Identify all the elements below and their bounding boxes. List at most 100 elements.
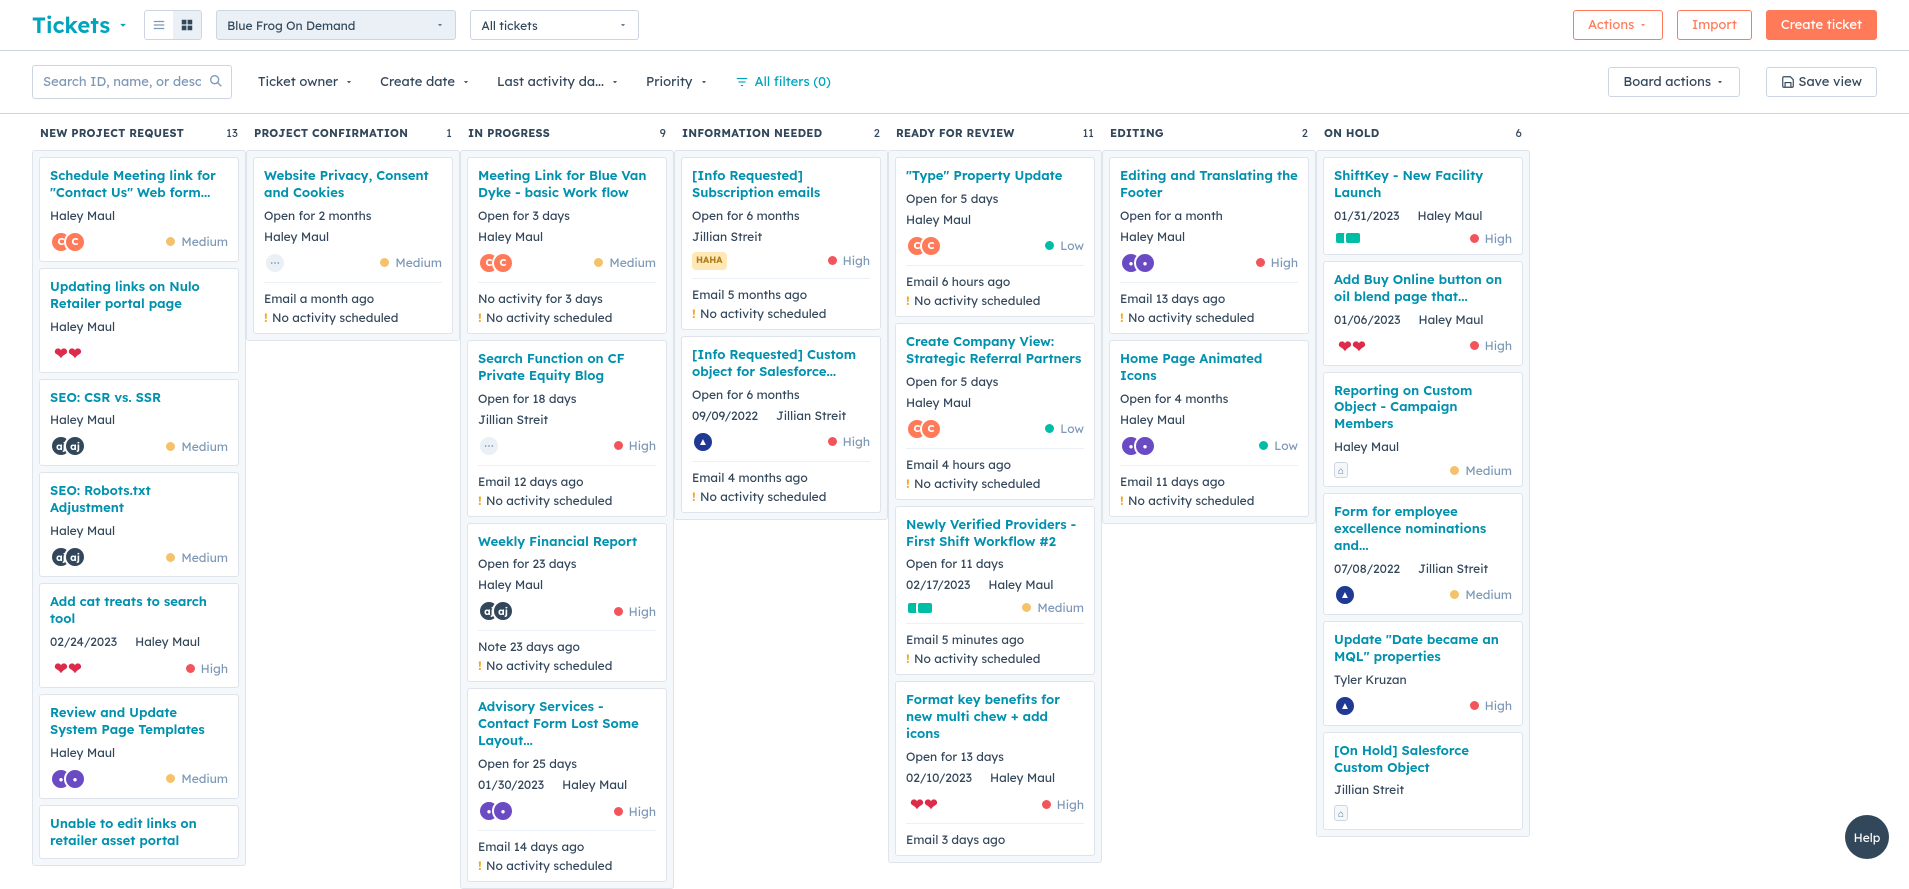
ticket-row: ▲High xyxy=(692,431,870,453)
create-ticket-button[interactable]: Create ticket xyxy=(1766,10,1877,40)
no-activity-warning: No activity scheduled xyxy=(264,310,442,325)
ticket-card[interactable]: Create Company View: Strategic Referral … xyxy=(895,323,1095,500)
save-view-button[interactable]: Save view xyxy=(1766,67,1877,97)
ticket-card[interactable]: Weekly Financial ReportOpen for 23 daysH… xyxy=(467,523,667,683)
column-name: INFORMATION NEEDED xyxy=(682,126,822,140)
association-icons: ⋯ xyxy=(478,435,500,457)
ticket-line: Open for 5 days xyxy=(906,191,1084,206)
all-filters-button[interactable]: All filters (0) xyxy=(735,74,831,90)
ticket-line: Haley Maul xyxy=(50,319,228,334)
column-count: 1 xyxy=(446,126,452,140)
priority-label: Medium xyxy=(1465,587,1512,602)
ticket-card[interactable]: Update "Date became an MQL" propertiesTy… xyxy=(1323,621,1523,726)
column-body: ShiftKey - New Facility Launch01/31/2023… xyxy=(1316,150,1530,837)
priority-label: Medium xyxy=(181,771,228,786)
ticket-card[interactable]: Add Buy Online button on oil blend page … xyxy=(1323,261,1523,366)
priority-badge: High xyxy=(828,253,870,268)
activity-line: Email 12 days ago xyxy=(478,474,656,489)
association-icon: HAHA xyxy=(692,252,727,270)
ticket-title: Unable to edit links on retailer asset p… xyxy=(50,816,228,850)
association-icon: C xyxy=(492,252,514,274)
ticket-card[interactable]: Search Function on CF Private Equity Blo… xyxy=(467,340,667,517)
association-icon xyxy=(1344,231,1362,245)
ticket-meta: Email a month agoNo activity scheduled xyxy=(264,282,442,325)
import-button[interactable]: Import xyxy=(1677,10,1752,40)
help-button[interactable]: Help xyxy=(1845,815,1889,859)
filter-create-date[interactable]: Create date xyxy=(380,74,471,90)
chevron-down-icon xyxy=(116,18,130,32)
ticket-owner: Haley Maul xyxy=(906,395,1084,410)
list-view-button[interactable] xyxy=(145,11,173,39)
ticket-card[interactable]: Review and Update System Page TemplatesH… xyxy=(39,694,239,799)
ticket-title: Updating links on Nulo Retailer portal p… xyxy=(50,279,228,313)
priority-badge: High xyxy=(828,434,870,449)
association-icon: ● xyxy=(492,800,514,822)
list-icon xyxy=(152,18,166,32)
association-icons: HAHA xyxy=(692,252,727,270)
ticket-card[interactable]: [Info Requested] Subscription emailsOpen… xyxy=(681,157,881,330)
ticket-card[interactable]: Reporting on Custom Object - Campaign Me… xyxy=(1323,372,1523,488)
ticket-row: ●●Medium xyxy=(50,768,228,790)
column-name: READY FOR REVIEW xyxy=(896,126,1015,140)
ticket-row: CCLow xyxy=(906,418,1084,440)
board-actions-button[interactable]: Board actions xyxy=(1608,67,1739,97)
ticket-card[interactable]: [On Hold] Salesforce Custom ObjectJillia… xyxy=(1323,732,1523,831)
ticket-card[interactable]: Home Page Animated IconsOpen for 4 month… xyxy=(1109,340,1309,517)
ticket-line2: 02/10/2023Haley Maul xyxy=(906,770,1084,785)
priority-dot xyxy=(1042,800,1051,809)
ticket-card[interactable]: Unable to edit links on retailer asset p… xyxy=(39,805,239,859)
column-name: PROJECT CONFIRMATION xyxy=(254,126,408,140)
kanban-board: NEW PROJECT REQUEST13Schedule Meeting li… xyxy=(0,114,1909,889)
ticket-card[interactable]: Advisory Services - Contact Form Lost So… xyxy=(467,688,667,882)
ticket-card[interactable]: [Info Requested] Custom object for Sales… xyxy=(681,336,881,513)
ticket-meta: Email 4 months agoNo activity scheduled xyxy=(692,461,870,504)
priority-dot xyxy=(1470,234,1479,243)
ticket-card[interactable]: ShiftKey - New Facility Launch01/31/2023… xyxy=(1323,157,1523,255)
ticket-owner: Jillian Streit xyxy=(692,229,870,244)
ticket-title: Form for employee excellence nominations… xyxy=(1334,504,1512,555)
priority-badge: High xyxy=(614,804,656,819)
ticket-card[interactable]: Editing and Translating the FooterOpen f… xyxy=(1109,157,1309,334)
ticket-card[interactable]: SEO: Robots.txt AdjustmentHaley Maulajaj… xyxy=(39,472,239,577)
search-input[interactable] xyxy=(32,65,232,99)
filter-activity-date[interactable]: Last activity da... xyxy=(497,74,620,90)
ticket-card[interactable]: Meeting Link for Blue Van Dyke - basic W… xyxy=(467,157,667,334)
filter-priority[interactable]: Priority xyxy=(646,74,709,90)
ticket-card[interactable]: Add cat treats to search tool02/24/2023H… xyxy=(39,583,239,688)
column-header: PROJECT CONFIRMATION 1 xyxy=(246,114,460,150)
activity-line: Note 23 days ago xyxy=(478,639,656,654)
ticket-card[interactable]: SEO: CSR vs. SSRHaley MaulajajMedium xyxy=(39,379,239,467)
ticket-title: Review and Update System Page Templates xyxy=(50,705,228,739)
priority-badge: Low xyxy=(1045,238,1084,253)
ticket-card[interactable]: Newly Verified Providers - First Shift W… xyxy=(895,506,1095,676)
association-icons: ●● xyxy=(478,800,514,822)
activity-line: Email 5 months ago xyxy=(692,287,870,302)
activity-line: No activity for 3 days xyxy=(478,291,656,306)
page-title-dropdown[interactable]: Tickets xyxy=(32,11,130,39)
actions-button[interactable]: Actions xyxy=(1573,10,1663,40)
association-icons xyxy=(1334,231,1362,245)
view-filter-select[interactable]: All tickets xyxy=(470,10,638,40)
ticket-card[interactable]: Updating links on Nulo Retailer portal p… xyxy=(39,268,239,373)
no-activity-warning: No activity scheduled xyxy=(478,858,656,873)
priority-dot xyxy=(828,437,837,446)
ticket-title: [Info Requested] Custom object for Sales… xyxy=(692,347,870,381)
ticket-card[interactable]: Form for employee excellence nominations… xyxy=(1323,493,1523,615)
ticket-card[interactable]: Website Privacy, Consent and CookiesOpen… xyxy=(253,157,453,334)
ticket-title: SEO: CSR vs. SSR xyxy=(50,390,228,407)
ticket-card[interactable]: Schedule Meeting link for "Contact Us" W… xyxy=(39,157,239,262)
ticket-row: ❤❤ xyxy=(50,342,228,364)
board-view-button[interactable] xyxy=(173,11,201,39)
priority-dot xyxy=(1045,241,1054,250)
column-count: 13 xyxy=(226,126,238,140)
ticket-row: Medium xyxy=(906,600,1084,615)
filter-owner[interactable]: Ticket owner xyxy=(258,74,354,90)
ticket-card[interactable]: "Type" Property UpdateOpen for 5 daysHal… xyxy=(895,157,1095,317)
ticket-line2: 01/31/2023Haley Maul xyxy=(1334,208,1512,223)
actions-label: Actions xyxy=(1588,17,1634,33)
priority-badge: Medium xyxy=(380,255,442,270)
ticket-line2: 02/24/2023Haley Maul xyxy=(50,634,228,649)
ticket-card[interactable]: Format key benefits for new multi chew +… xyxy=(895,681,1095,856)
pipeline-select[interactable]: Blue Frog On Demand xyxy=(216,10,456,40)
ticket-title: Schedule Meeting link for "Contact Us" W… xyxy=(50,168,228,202)
